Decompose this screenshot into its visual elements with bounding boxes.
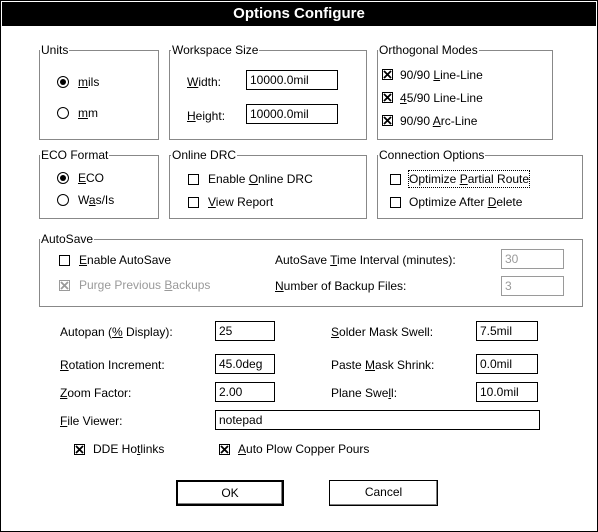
auto-plow-copper-pours-checkbox[interactable] (219, 444, 230, 455)
units-group-label: Units (40, 43, 70, 57)
purge-previous-backups-label[interactable]: Purge Previous Backups (79, 277, 210, 293)
autopan-label: Autopan (% Display): (60, 325, 173, 339)
options-configure-dialog: Options Configure Units mils mm Workspac… (0, 0, 598, 532)
width-input[interactable]: 10000.0mil (246, 70, 338, 90)
eco-format-group (39, 155, 159, 219)
units-mm-label[interactable]: mm (78, 105, 98, 121)
autopan-input[interactable]: 25 (215, 321, 275, 341)
units-mils-label[interactable]: mils (78, 74, 99, 90)
dialog-title: Options Configure (2, 2, 596, 26)
auto-plow-copper-pours-label[interactable]: Auto Plow Copper Pours (238, 441, 369, 457)
ortho-9090-line-line-label[interactable]: 90/90 Line-Line (400, 67, 483, 83)
optimize-after-delete-checkbox[interactable] (390, 197, 401, 208)
autosave-group-label: AutoSave (40, 232, 95, 246)
backup-files-count-input[interactable]: 3 (501, 276, 564, 296)
enable-online-drc-label[interactable]: Enable Online DRC (208, 171, 313, 187)
height-input[interactable]: 10000.0mil (246, 104, 338, 124)
connection-options-group-label: Connection Options (378, 148, 486, 162)
purge-previous-backups-checkbox[interactable] (59, 280, 70, 291)
dde-hotlinks-label[interactable]: DDE Hotlinks (93, 441, 164, 457)
enable-online-drc-checkbox[interactable] (188, 174, 199, 185)
online-drc-group-label: Online DRC (171, 148, 238, 162)
dde-hotlinks-checkbox[interactable] (74, 444, 85, 455)
ok-button[interactable]: OK (176, 480, 284, 506)
view-report-label[interactable]: View Report (208, 194, 273, 210)
eco-format-eco-radio[interactable] (57, 172, 69, 184)
ortho-4590-line-line-checkbox[interactable] (382, 92, 393, 103)
orthogonal-modes-group-label: Orthogonal Modes (378, 43, 479, 57)
height-label: Height: (187, 109, 226, 123)
width-label: Width: (187, 75, 222, 89)
units-mm-radio[interactable] (57, 107, 69, 119)
plane-swell-input[interactable]: 10.0mil (476, 382, 538, 402)
eco-format-eco-label[interactable]: ECO (78, 170, 104, 186)
workspace-size-group (169, 50, 367, 140)
rotation-increment-input[interactable]: 45.0deg (215, 354, 275, 374)
eco-format-group-label: ECO Format (40, 148, 110, 162)
zoom-factor-input[interactable]: 2.00 (215, 382, 275, 402)
workspace-size-group-label: Workspace Size (171, 43, 260, 57)
solder-mask-swell-label: Solder Mask Swell: (331, 325, 434, 339)
optimize-partial-route-checkbox[interactable] (390, 174, 401, 185)
units-mils-radio[interactable] (57, 76, 69, 88)
paste-mask-shrink-input[interactable]: 0.0mil (476, 354, 538, 374)
ortho-4590-line-line-label[interactable]: 45/90 Line-Line (400, 90, 483, 106)
file-viewer-label: File Viewer: (60, 414, 123, 428)
backup-files-count-label: Number of Backup Files: (275, 279, 407, 293)
cancel-button[interactable]: Cancel (329, 480, 438, 506)
zoom-factor-label: Zoom Factor: (60, 386, 132, 400)
paste-mask-shrink-label: Paste Mask Shrink: (331, 358, 435, 372)
rotation-increment-label: Rotation Increment: (60, 358, 165, 372)
autosave-interval-input[interactable]: 30 (501, 249, 564, 269)
view-report-checkbox[interactable] (188, 197, 199, 208)
radio-selected-dot (60, 79, 66, 85)
ortho-9090-arc-line-label[interactable]: 90/90 Arc-Line (400, 113, 477, 129)
ortho-9090-line-line-checkbox[interactable] (382, 69, 393, 80)
enable-autosave-checkbox[interactable] (59, 255, 70, 266)
units-group (39, 50, 159, 140)
solder-mask-swell-input[interactable]: 7.5mil (476, 321, 538, 341)
eco-format-wasis-radio[interactable] (57, 194, 69, 206)
optimize-after-delete-label[interactable]: Optimize After Delete (409, 194, 522, 210)
plane-swell-label: Plane Swell: (331, 386, 398, 400)
radio-selected-dot (60, 175, 66, 181)
file-viewer-input[interactable]: notepad (215, 410, 540, 430)
autosave-interval-label: AutoSave Time Interval (minutes): (275, 253, 456, 267)
enable-autosave-label[interactable]: Enable AutoSave (79, 252, 171, 268)
optimize-partial-route-label[interactable]: Optimize Partial Route (407, 170, 531, 188)
ortho-9090-arc-line-checkbox[interactable] (382, 115, 393, 126)
eco-format-wasis-label[interactable]: Was/Is (78, 192, 114, 208)
